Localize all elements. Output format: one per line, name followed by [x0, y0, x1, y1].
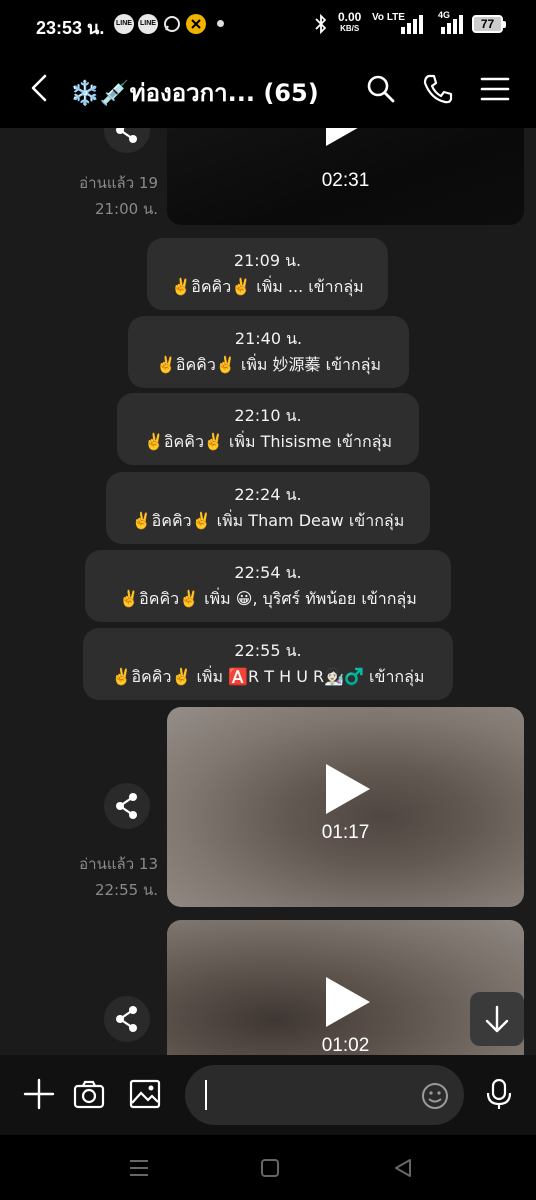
phone-icon[interactable] — [421, 72, 455, 106]
more-notifications-dot — [217, 20, 224, 27]
text-caret — [205, 1080, 207, 1110]
search-icon[interactable] — [364, 72, 398, 106]
microphone-icon[interactable] — [482, 1077, 516, 1111]
signal-icon — [401, 15, 423, 34]
emoji-icon[interactable] — [420, 1081, 450, 1111]
video-duration: 02:31 — [321, 170, 370, 191]
group-name: ❄️💉ท่องอวกา... — [70, 79, 255, 107]
message-time: 22:55 น. — [94, 881, 158, 899]
home-icon[interactable] — [257, 1155, 283, 1181]
share-button[interactable] — [104, 783, 150, 829]
share-icon — [116, 1006, 137, 1032]
share-button[interactable] — [104, 128, 150, 153]
share-icon — [116, 128, 137, 143]
chat-messages[interactable]: 02:31 อ่านแล้ว 19 21:00 น. 21:09 น. ✌️อิ… — [0, 128, 536, 1055]
app-badge-icon — [186, 14, 206, 34]
video-message[interactable]: 01:17 — [167, 707, 524, 907]
system-message: 21:09 น. ✌️อิคคิว✌️ เพิ่ม ... เข้ากลุ่ม — [147, 238, 388, 310]
back-nav-icon[interactable] — [390, 1155, 416, 1181]
system-text: ✌️อิคคิว✌️ เพิ่ม 🅰️R T H U R👩🏻‍🔬♂️ เข้าก… — [111, 667, 425, 686]
read-count: อ่านแล้ว 13 — [79, 855, 158, 873]
play-icon[interactable] — [322, 762, 372, 816]
system-text: ✌️อิคคิว✌️ เพิ่ม Tham Deaw เข้ากลุ่ม — [131, 511, 405, 530]
system-text: ✌️อิคคิว✌️ เพิ่ม Thisisme เข้ากลุ่ม — [144, 432, 392, 451]
line-app-icon: LINE — [138, 14, 158, 34]
battery-indicator: 77 — [472, 15, 506, 33]
chat-bubble-icon — [164, 16, 180, 32]
line-app-icon: LINE — [114, 14, 134, 34]
plus-icon[interactable] — [22, 1077, 56, 1111]
video-message[interactable]: 02:31 — [167, 128, 524, 225]
system-nav-bar — [0, 1135, 536, 1200]
system-message: 22:10 น. ✌️อิคคิว✌️ เพิ่ม Thisisme เข้าก… — [117, 393, 419, 465]
message-input-bar — [0, 1055, 536, 1135]
recent-apps-icon[interactable] — [126, 1155, 152, 1181]
scroll-to-bottom-button[interactable] — [470, 992, 524, 1046]
message-input[interactable] — [185, 1065, 464, 1125]
share-button[interactable] — [104, 996, 150, 1042]
status-time: 23:53 น. — [36, 18, 105, 38]
menu-icon[interactable] — [478, 72, 512, 106]
read-count: อ่านแล้ว 19 — [79, 174, 158, 192]
share-icon — [116, 793, 137, 819]
system-time: 22:54 น. — [234, 563, 302, 582]
system-time: 21:09 น. — [233, 251, 302, 270]
system-time: 22:10 น. — [234, 406, 302, 425]
status-bar: 23:53 น. LINE LINE 0.00 KB/S Vo LTE 4G 77 — [0, 0, 536, 50]
system-message: 22:55 น. ✌️อิคคิว✌️ เพิ่ม 🅰️R T H U R👩🏻‍… — [83, 628, 453, 700]
play-icon[interactable] — [322, 128, 372, 148]
system-text: ✌️อิคคิว✌️ เพิ่ม ... เข้ากลุ่ม — [171, 277, 364, 296]
chat-title[interactable]: ❄️💉ท่องอวกา... (65) — [70, 73, 350, 112]
play-icon[interactable] — [322, 975, 372, 1029]
net-speed: 0.00 KB/S — [338, 10, 362, 33]
chat-header: ❄️💉ท่องอวกา... (65) — [0, 50, 536, 128]
system-time: 22:24 น. — [234, 485, 302, 504]
signal-icon — [441, 15, 463, 34]
system-text: ✌️อิคคิว✌️ เพิ่ม 妙源蓁 เข้ากลุ่ม — [155, 355, 382, 374]
system-text: ✌️อิคคิว✌️ เพิ่ม 😀, บุริศร์ ทัพน้อย เข้า… — [119, 589, 417, 608]
arrow-down-icon — [485, 1005, 509, 1033]
system-message: 21:40 น. ✌️อิคคิว✌️ เพิ่ม 妙源蓁 เข้ากลุ่ม — [128, 316, 409, 388]
system-time: 22:55 น. — [234, 641, 302, 660]
video-duration: 01:17 — [321, 822, 370, 843]
back-arrow-icon[interactable] — [22, 70, 58, 106]
read-receipt: อ่านแล้ว 13 22:55 น. — [79, 851, 158, 903]
system-message: 22:54 น. ✌️อิคคิว✌️ เพิ่ม 😀, บุริศร์ ทัพ… — [85, 550, 451, 622]
message-time: 21:00 น. — [94, 200, 158, 218]
system-time: 21:40 น. — [234, 329, 303, 348]
camera-icon[interactable] — [72, 1077, 106, 1111]
bluetooth-icon — [315, 14, 327, 34]
system-message: 22:24 น. ✌️อิคคิว✌️ เพิ่ม Tham Deaw เข้า… — [106, 472, 430, 544]
member-count: (65) — [263, 79, 319, 107]
image-icon[interactable] — [128, 1077, 162, 1111]
read-receipt: อ่านแล้ว 19 21:00 น. — [79, 170, 158, 222]
